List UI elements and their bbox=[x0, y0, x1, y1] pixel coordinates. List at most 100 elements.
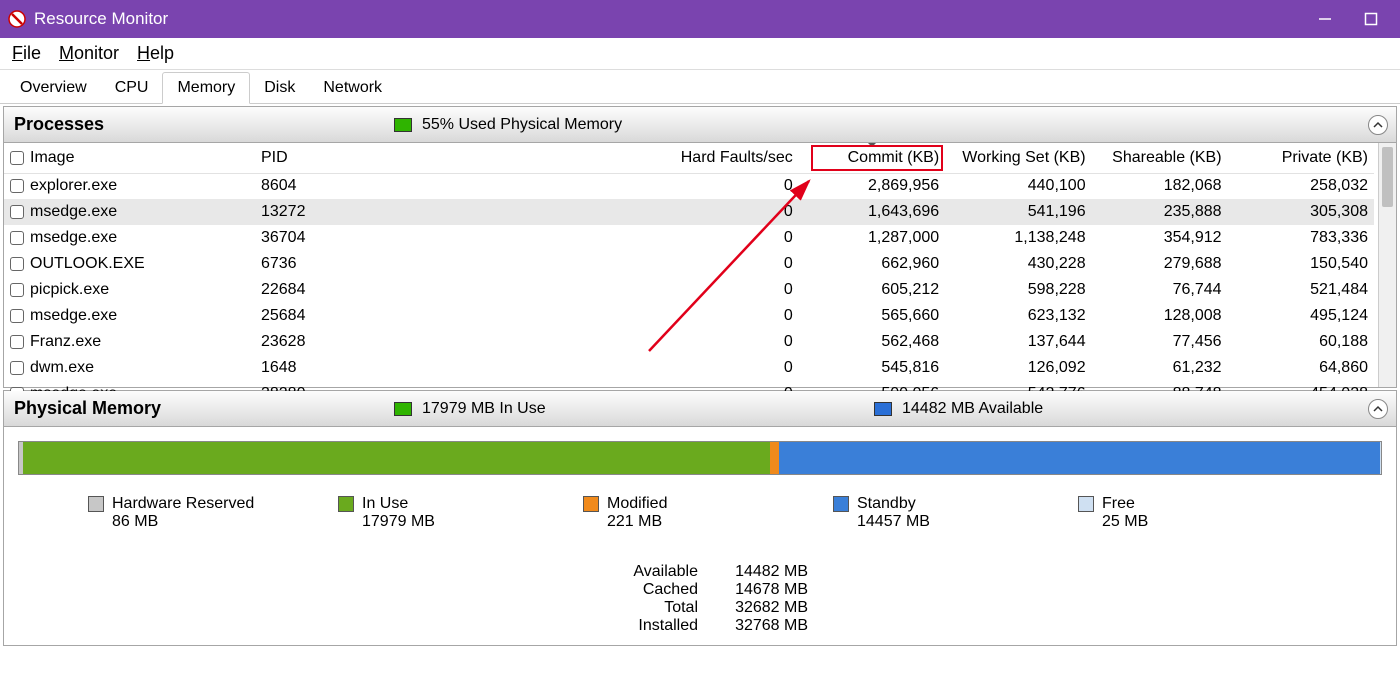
cell-commit: 1,287,000 bbox=[799, 225, 945, 251]
meminfo-value: 32682 MB bbox=[718, 599, 808, 617]
cell-shareable: 128,008 bbox=[1092, 303, 1228, 329]
row-checkbox[interactable] bbox=[10, 283, 24, 297]
cell-shareable: 76,744 bbox=[1092, 277, 1228, 303]
minimize-button[interactable] bbox=[1302, 0, 1348, 38]
legend-item: Free25 MB bbox=[1078, 495, 1148, 531]
row-checkbox[interactable] bbox=[10, 179, 24, 193]
meminfo-label: Cached bbox=[618, 581, 698, 599]
legend-value: 17979 MB bbox=[362, 513, 435, 531]
meminfo-row: Installed32768 MB bbox=[618, 617, 1382, 635]
memory-legend: Hardware Reserved86 MB In Use17979 MB Modi… bbox=[18, 495, 1382, 545]
meminfo-value: 14678 MB bbox=[718, 581, 808, 599]
legend-value: 14457 MB bbox=[857, 513, 930, 531]
tab-overview[interactable]: Overview bbox=[6, 73, 101, 103]
legend-item: Standby14457 MB bbox=[833, 495, 930, 531]
membar-segment bbox=[779, 442, 1380, 474]
menu-monitor[interactable]: Monitor bbox=[59, 43, 119, 64]
col-private[interactable]: Private (KB) bbox=[1228, 143, 1374, 173]
row-checkbox[interactable] bbox=[10, 257, 24, 271]
menu-file[interactable]: File bbox=[12, 43, 41, 64]
membar-segment bbox=[1380, 442, 1381, 474]
col-working-set[interactable]: Working Set (KB) bbox=[945, 143, 1091, 173]
cell-private: 258,032 bbox=[1228, 173, 1374, 199]
collapse-physical-button[interactable] bbox=[1368, 399, 1388, 419]
row-checkbox[interactable] bbox=[10, 309, 24, 323]
meminfo-label: Available bbox=[618, 563, 698, 581]
legend-value: 86 MB bbox=[112, 513, 158, 531]
legend-item: In Use17979 MB bbox=[338, 495, 435, 531]
cell-working-set: 598,228 bbox=[945, 277, 1091, 303]
memory-swatch-icon bbox=[394, 118, 412, 132]
cell-working-set: 430,228 bbox=[945, 251, 1091, 277]
cell-image: dwm.exe bbox=[30, 359, 94, 376]
table-row[interactable]: picpick.exe226840605,212598,22876,744521… bbox=[4, 277, 1374, 303]
cell-shareable: 61,232 bbox=[1092, 355, 1228, 381]
cell-image: Franz.exe bbox=[30, 333, 101, 350]
avail-swatch-icon bbox=[874, 402, 892, 416]
row-checkbox[interactable] bbox=[10, 205, 24, 219]
cell-hard-faults: 0 bbox=[401, 251, 798, 277]
table-row[interactable]: msedge.exe1327201,643,696541,196235,8883… bbox=[4, 199, 1374, 225]
meminfo-row: Cached 14678 MB bbox=[618, 581, 1382, 599]
tab-disk[interactable]: Disk bbox=[250, 73, 309, 103]
table-row[interactable]: msedge.exe3670401,287,0001,138,248354,91… bbox=[4, 225, 1374, 251]
membar-segment bbox=[23, 442, 770, 474]
cell-pid: 1648 bbox=[255, 355, 401, 381]
col-shareable[interactable]: Shareable (KB) bbox=[1092, 143, 1228, 173]
row-checkbox[interactable] bbox=[10, 335, 24, 349]
sort-indicator-icon bbox=[867, 143, 877, 147]
col-commit[interactable]: Commit (KB) bbox=[799, 143, 945, 173]
cell-hard-faults: 0 bbox=[401, 329, 798, 355]
physical-memory-section: Physical Memory 17979 MB In Use 14482 MB… bbox=[3, 390, 1397, 646]
processes-header[interactable]: Processes 55% Used Physical Memory bbox=[4, 107, 1396, 143]
avail-label-wrap: 14482 MB Available bbox=[874, 400, 1043, 418]
cell-working-set: 541,196 bbox=[945, 199, 1091, 225]
cell-pid: 23628 bbox=[255, 329, 401, 355]
physical-memory-header[interactable]: Physical Memory 17979 MB In Use 14482 MB… bbox=[4, 391, 1396, 427]
row-checkbox[interactable] bbox=[10, 231, 24, 245]
cell-commit: 545,816 bbox=[799, 355, 945, 381]
cell-private: 783,336 bbox=[1228, 225, 1374, 251]
inuse-label-wrap: 17979 MB In Use bbox=[394, 400, 546, 418]
meminfo-value: 14482 MB bbox=[718, 563, 808, 581]
select-all-checkbox[interactable] bbox=[10, 151, 24, 165]
avail-label: 14482 MB Available bbox=[902, 400, 1043, 418]
tab-cpu[interactable]: CPU bbox=[101, 73, 163, 103]
col-pid[interactable]: PID bbox=[255, 143, 401, 173]
row-checkbox[interactable] bbox=[10, 361, 24, 375]
legend-swatch-icon bbox=[1078, 496, 1094, 512]
inuse-label: 17979 MB In Use bbox=[422, 400, 546, 418]
cell-image: msedge.exe bbox=[30, 307, 117, 324]
cell-pid: 13272 bbox=[255, 199, 401, 225]
legend-swatch-icon bbox=[583, 496, 599, 512]
tab-bar: Overview CPU Memory Disk Network bbox=[0, 70, 1400, 104]
cell-image: picpick.exe bbox=[30, 281, 109, 298]
collapse-processes-button[interactable] bbox=[1368, 115, 1388, 135]
cell-shareable: 279,688 bbox=[1092, 251, 1228, 277]
col-hard-faults[interactable]: Hard Faults/sec bbox=[401, 143, 798, 173]
cell-image: explorer.exe bbox=[30, 177, 117, 194]
cell-private: 305,308 bbox=[1228, 199, 1374, 225]
table-row[interactable]: msedge.exe256840565,660623,132128,008495… bbox=[4, 303, 1374, 329]
app-icon bbox=[8, 10, 26, 28]
legend-item: Hardware Reserved86 MB bbox=[88, 495, 254, 531]
cell-shareable: 182,068 bbox=[1092, 173, 1228, 199]
tab-network[interactable]: Network bbox=[309, 73, 396, 103]
menu-help[interactable]: Help bbox=[137, 43, 174, 64]
maximize-button[interactable] bbox=[1348, 0, 1394, 38]
table-row[interactable]: Franz.exe236280562,468137,64477,45660,18… bbox=[4, 329, 1374, 355]
cell-private: 521,484 bbox=[1228, 277, 1374, 303]
cell-pid: 36704 bbox=[255, 225, 401, 251]
col-image[interactable]: Image bbox=[4, 143, 255, 173]
cell-image: OUTLOOK.EXE bbox=[30, 255, 145, 272]
table-row[interactable]: explorer.exe860402,869,956440,100182,068… bbox=[4, 173, 1374, 199]
tab-memory[interactable]: Memory bbox=[162, 72, 250, 104]
table-row[interactable]: OUTLOOK.EXE67360662,960430,228279,688150… bbox=[4, 251, 1374, 277]
cell-hard-faults: 0 bbox=[401, 355, 798, 381]
process-scrollbar[interactable] bbox=[1378, 143, 1396, 387]
legend-item: Modified221 MB bbox=[583, 495, 667, 531]
process-table-wrap: Image PID Hard Faults/sec Commit (KB) Wo… bbox=[4, 143, 1396, 387]
scrollbar-thumb[interactable] bbox=[1382, 147, 1393, 207]
legend-name: In Use bbox=[362, 495, 408, 513]
table-row[interactable]: dwm.exe16480545,816126,09261,23264,860 bbox=[4, 355, 1374, 381]
